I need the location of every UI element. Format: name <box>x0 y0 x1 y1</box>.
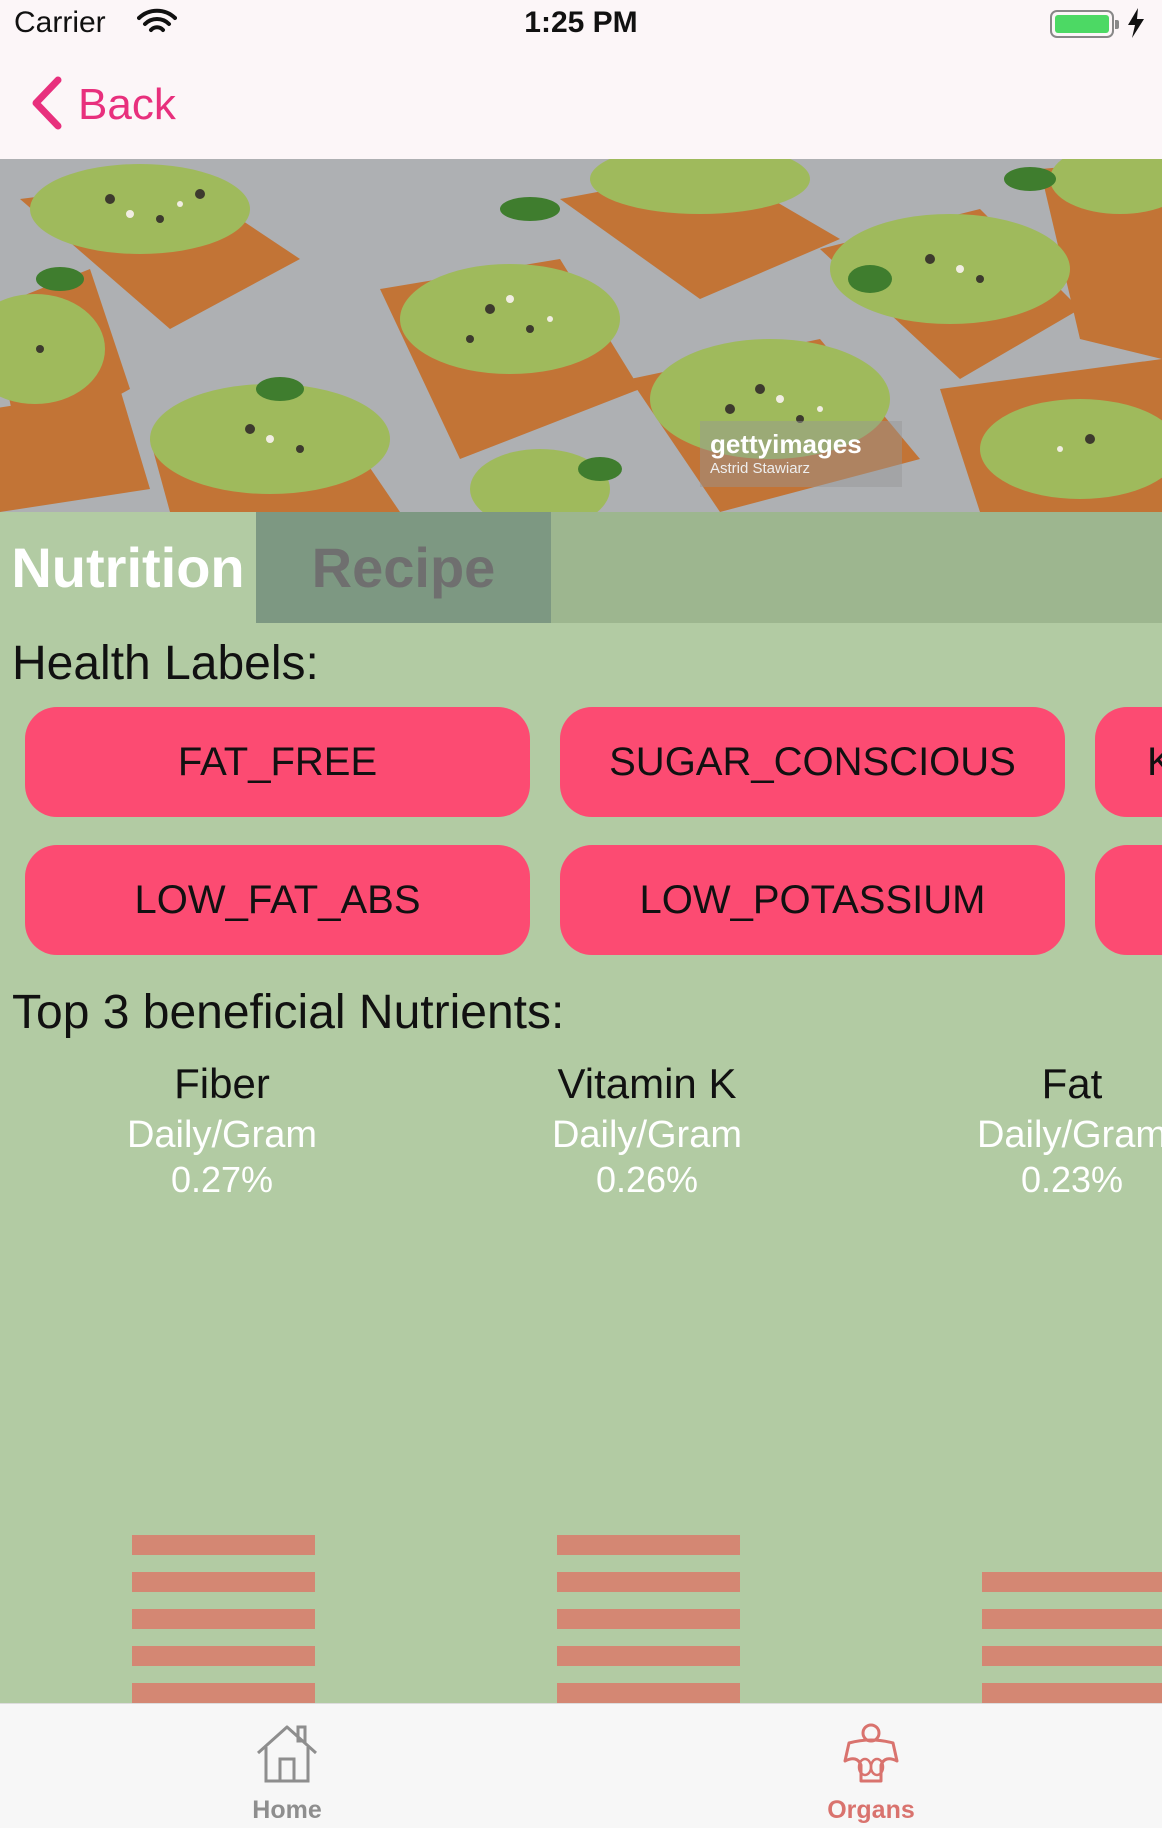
back-button[interactable]: Back <box>30 76 176 135</box>
health-label-pill[interactable] <box>1095 845 1162 955</box>
level-bar <box>557 1646 740 1666</box>
organs-icon <box>771 1721 971 1785</box>
level-bar <box>557 1535 740 1555</box>
nutrient-item: Fiber Daily/Gram 0.27% <box>72 1060 372 1201</box>
level-bar <box>982 1683 1162 1703</box>
nutrient-name: Vitamin K <box>557 1060 737 1107</box>
health-labels-title: Health Labels: <box>12 637 319 690</box>
nutrient-item: Fat Daily/Gram 0.23% <box>922 1060 1162 1201</box>
health-label-pill[interactable]: LOW_POTASSIUM <box>560 845 1065 955</box>
level-bar <box>557 1683 740 1703</box>
status-bar: Carrier 1:25 PM <box>0 0 1162 52</box>
tab-organs-label: Organs <box>827 1796 915 1824</box>
level-bar <box>982 1572 1162 1592</box>
watermark-brand: gettyimages <box>710 429 862 459</box>
back-label: Back <box>78 80 176 129</box>
health-label-pill[interactable]: FAT_FREE <box>25 707 530 817</box>
nutrient-item: Vitamin K Daily/Gram 0.26% <box>497 1060 797 1201</box>
health-label-pill[interactable]: SUGAR_CONSCIOUS <box>560 707 1065 817</box>
level-bar <box>132 1535 315 1555</box>
tab-bar: Home Organs <box>0 1703 1162 1828</box>
level-bar <box>132 1683 315 1703</box>
tab-organs[interactable]: Organs <box>771 1704 971 1828</box>
level-bar <box>132 1646 315 1666</box>
nutrient-value: 0.27% <box>170 1159 274 1200</box>
recipe-image: gettyimages Astrid Stawiarz <box>0 159 1162 512</box>
battery-icon <box>1050 10 1119 38</box>
level-bar <box>132 1572 315 1592</box>
chevron-left-icon <box>30 76 64 135</box>
nutrients-title: Top 3 beneficial Nutrients: <box>12 986 565 1039</box>
level-bar <box>557 1572 740 1592</box>
tab-home-label: Home <box>252 1796 322 1824</box>
nutrient-name: Fat <box>1041 1060 1103 1107</box>
tab-recipe[interactable]: Recipe <box>256 512 551 623</box>
health-label-pill[interactable]: K <box>1095 707 1162 817</box>
nutrient-value: 0.26% <box>595 1159 699 1200</box>
watermark-credit: Astrid Stawiarz <box>710 460 811 477</box>
nutrient-unit: Daily/Gram <box>126 1114 318 1156</box>
level-bar <box>982 1609 1162 1629</box>
health-label-pill[interactable]: LOW_FAT_ABS <box>25 845 530 955</box>
segment-tabs: Nutrition Recipe <box>0 512 1162 623</box>
house-icon <box>187 1721 387 1785</box>
level-bar <box>132 1609 315 1629</box>
navigation-bar: Back <box>0 52 1162 159</box>
level-bar <box>982 1646 1162 1666</box>
nutrient-unit: Daily/Gram <box>551 1114 743 1156</box>
tab-home[interactable]: Home <box>187 1704 387 1828</box>
clock: 1:25 PM <box>524 6 638 39</box>
charging-bolt-icon <box>1126 8 1146 43</box>
nutrient-value: 0.23% <box>1020 1159 1124 1200</box>
watermark: gettyimages Astrid Stawiarz <box>700 421 902 487</box>
nutrient-unit: Daily/Gram <box>976 1114 1162 1156</box>
level-bar <box>557 1609 740 1629</box>
tab-nutrition[interactable]: Nutrition <box>0 512 256 623</box>
nutrient-name: Fiber <box>174 1060 270 1107</box>
